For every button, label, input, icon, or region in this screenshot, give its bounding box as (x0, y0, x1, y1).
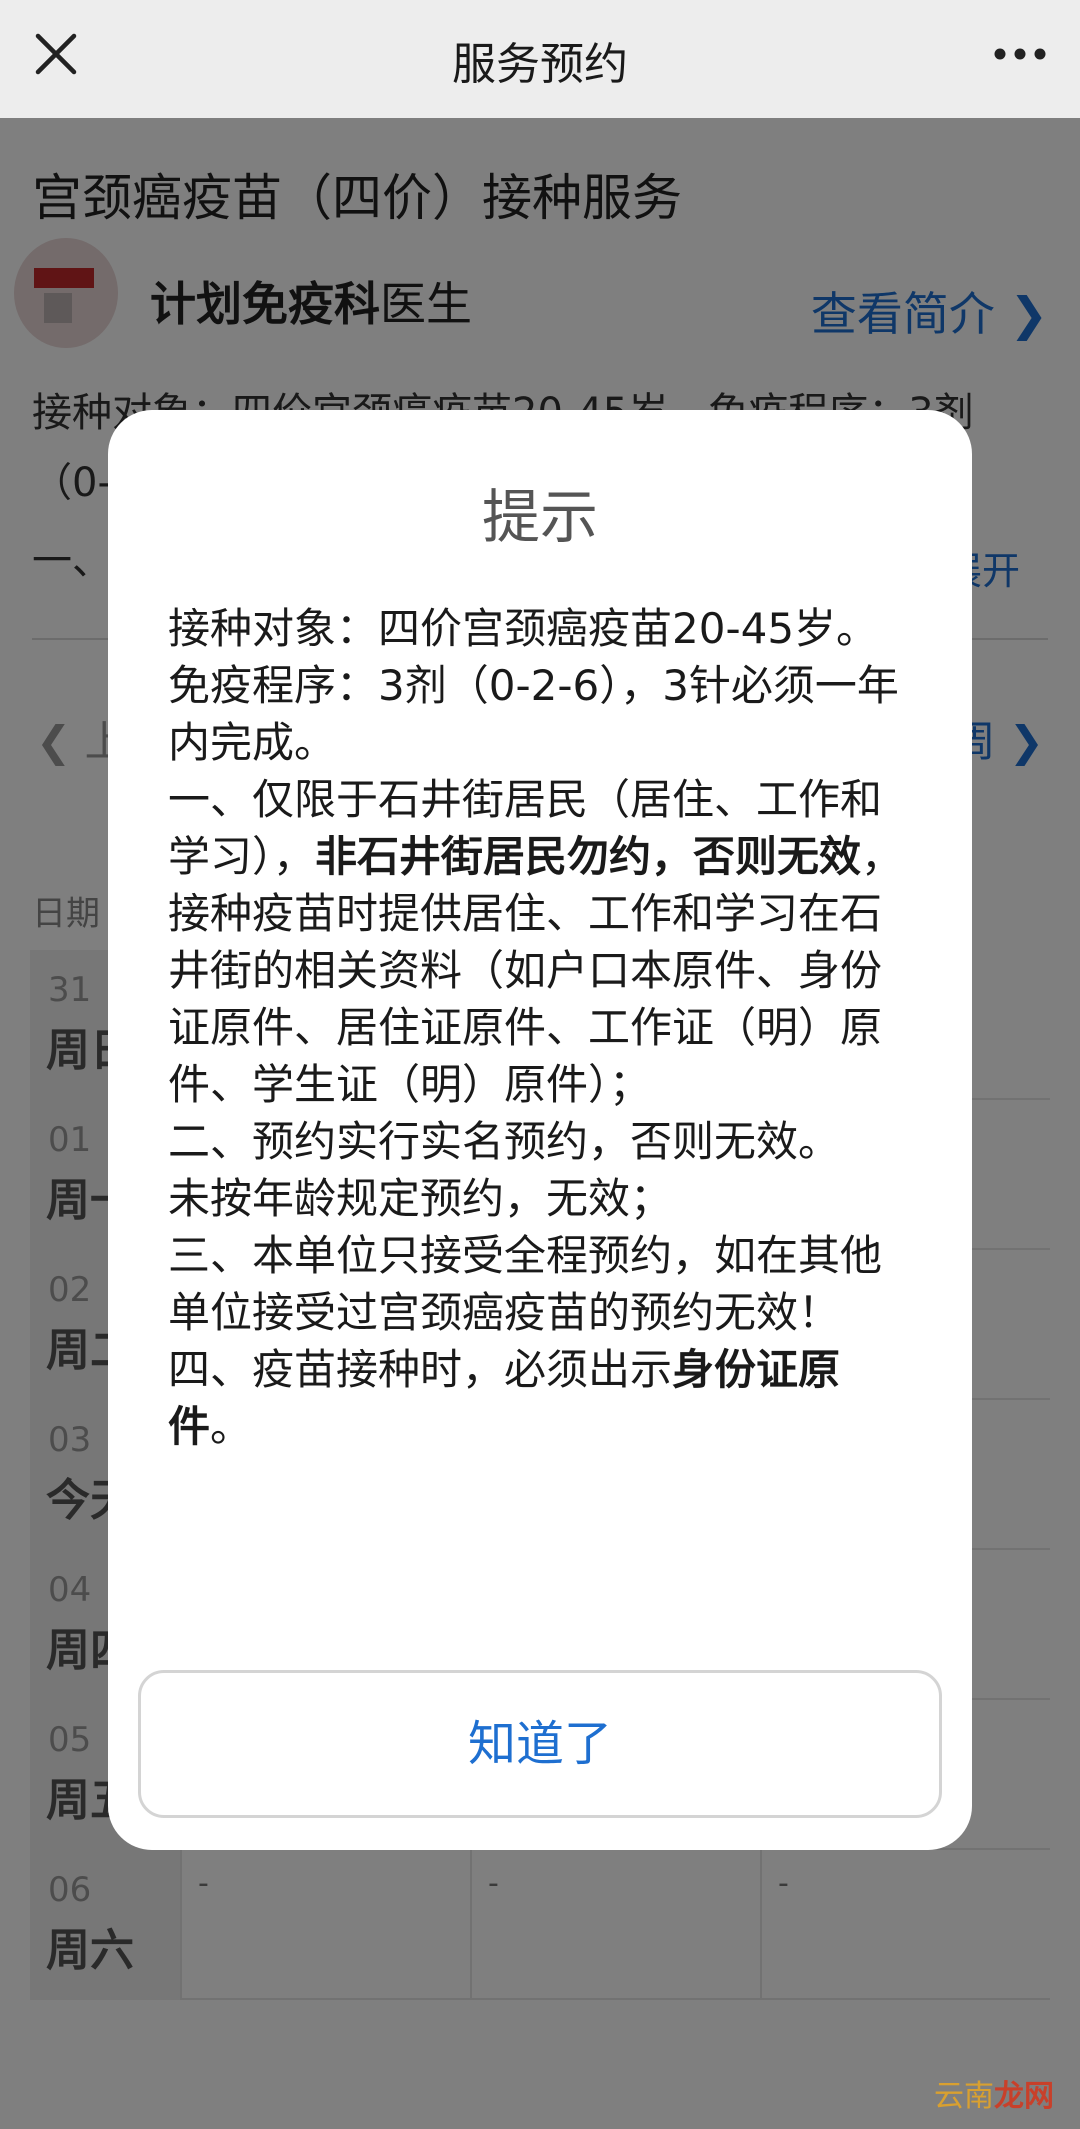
notice-target: 接种对象：四价宫颈癌疫苗20-45岁。 (168, 604, 879, 653)
acknowledge-button[interactable]: 知道了 (138, 1670, 942, 1818)
notice-dialog: 提示 接种对象：四价宫颈癌疫苗20-45岁。 免疫程序：3剂（0-2-6），3针… (108, 410, 972, 1850)
notice-rule-1: 一、仅限于石井街居民（居住、工作和学习），非石井街居民勿约，否则无效，接种疫苗时… (168, 771, 912, 1113)
notice-rule-1-bold: 非石井街居民勿约，否则无效 (315, 832, 862, 881)
dialog-title: 提示 (481, 483, 598, 551)
notice-rule-4-end: 。 (210, 1402, 253, 1451)
notice-rule-3: 三、本单位只接受全程预约，如在其他单位接受过宫颈癌疫苗的预约无效！ (168, 1231, 883, 1337)
dialog-body: 接种对象：四价宫颈癌疫苗20-45岁。 免疫程序：3剂（0-2-6），3针必须一… (168, 600, 912, 1455)
notice-rule-4-text: 四、疫苗接种时，必须出示 (168, 1345, 673, 1394)
notice-rule-2: 二、预约实行实名预约，否则无效。 (168, 1117, 841, 1166)
notice-rule-4: 四、疫苗接种时，必须出示身份证原件。 (168, 1341, 912, 1455)
notice-age-rule: 未按年龄规定预约，无效； (168, 1174, 673, 1223)
top-bar: 服务预约 (0, 0, 1080, 118)
watermark: 云南龙网 (934, 2071, 1054, 2115)
watermark-part2: 龙网 (994, 2079, 1054, 2114)
more-options-icon[interactable] (988, 26, 1052, 82)
watermark-part1: 云南 (934, 2079, 994, 2114)
notice-schedule: 免疫程序：3剂（0-2-6），3针必须一年内完成。 (168, 661, 899, 767)
page-title: 服务预约 (452, 39, 628, 90)
